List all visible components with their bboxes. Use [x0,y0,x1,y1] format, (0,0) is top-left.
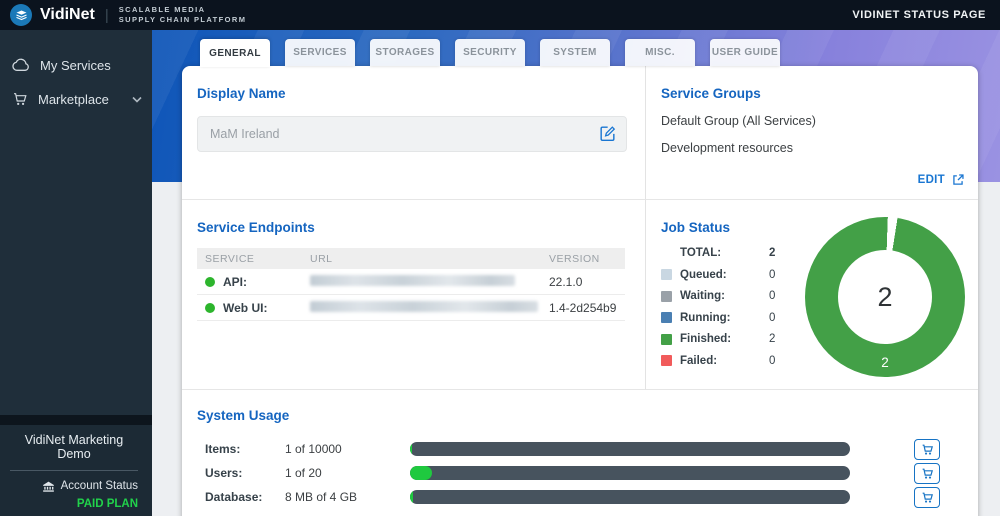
edit-pencil-icon [598,124,617,143]
redacted-url [310,301,538,312]
cart-icon [921,467,934,480]
tab-storages[interactable]: STORAGES [370,39,440,66]
display-name-section: Display Name [182,66,645,200]
service-name: Web UI: [223,301,267,315]
usage-bar [410,442,850,456]
status-dot [205,277,215,287]
usage-row-items: Items: 1 of 10000 [197,437,978,461]
sidebar-item-label: Marketplace [38,92,109,107]
tab-system[interactable]: SYSTEM [540,39,610,66]
edit-service-groups-link[interactable]: EDIT [918,173,965,187]
sidebar-item-label: My Services [40,58,111,73]
brand-tagline: SCALABLE MEDIA SUPPLY CHAIN PLATFORM [119,5,247,25]
redacted-url [310,275,515,286]
vidinet-logo[interactable] [10,4,32,26]
layers-icon [14,8,29,23]
bank-icon [42,480,55,492]
col-url: URL [302,253,541,265]
edit-display-name-button[interactable] [598,124,617,143]
legend-swatch [661,355,672,366]
general-tab-card: Display Name Service Groups Default Grou… [182,66,978,516]
account-status-label: Account Status [61,480,138,492]
usage-bar [410,466,850,480]
sidebar-footer: VidiNet Marketing Demo Account Status PA… [0,415,152,516]
brand-divider: | [105,7,109,24]
service-groups-title: Service Groups [661,86,964,101]
cart-icon [921,491,934,504]
account-name: VidiNet Marketing Demo [10,433,138,470]
usage-row-users: Users: 1 of 20 [197,461,978,485]
sidebar-item-marketplace[interactable]: Marketplace [0,82,152,116]
legend-swatch [661,291,672,302]
service-version: 22.1.0 [541,275,625,289]
buy-more-users-button[interactable] [914,463,940,484]
tab-user-guide[interactable]: USER GUIDE [710,39,780,66]
footer-divider-line [10,470,138,471]
legend-row-finished: Finished: 2 [661,333,783,345]
sidebar-item-my-services[interactable]: My Services [0,48,152,82]
col-service: SERVICE [197,253,302,265]
buy-more-database-button[interactable] [914,487,940,508]
donut-slice-label: 2 [881,355,889,370]
usage-row-database: Database: 8 MB of 4 GB [197,485,978,509]
tab-services[interactable]: SERVICES [285,39,355,66]
table-row: API: 22.1.0 [197,269,625,295]
legend-swatch [661,312,672,323]
system-usage-title: System Usage [197,408,978,423]
service-version: 1.4-2d254b9 [541,301,625,315]
table-row: Web UI: 1.4-2d254b9 [197,295,625,321]
usage-bar-fill [410,466,432,480]
plan-badge: PAID PLAN [10,498,138,510]
edit-label: EDIT [918,174,945,186]
legend-row-failed: Failed: 0 [661,355,783,367]
display-name-input[interactable] [197,116,627,152]
main-area: GENERAL SERVICES STORAGES SECURITY SYSTE… [152,30,1000,516]
cart-icon [12,91,28,107]
legend-swatch [661,269,672,280]
brand-name: VidiNet [40,6,95,24]
service-endpoints-section: Service Endpoints SERVICE URL VERSION AP… [182,200,645,390]
cart-icon [921,443,934,456]
tab-misc[interactable]: MISC. [625,39,695,66]
legend-row-queued: Queued: 0 [661,269,783,281]
tab-security[interactable]: SECURITY [455,39,525,66]
tab-bar: GENERAL SERVICES STORAGES SECURITY SYSTE… [200,39,780,67]
usage-bar-fill [410,442,412,456]
top-bar: VidiNet | SCALABLE MEDIA SUPPLY CHAIN PL… [0,0,1000,30]
service-groups-section: Service Groups Default Group (All Servic… [645,66,978,200]
chevron-down-icon[interactable] [132,96,142,103]
external-link-icon [951,173,965,187]
cloud-icon [12,58,30,72]
sidebar: My Services Marketplace VidiNet Marketin… [0,30,152,516]
donut-center-value: 2 [838,250,932,344]
job-status-donut: 2 2 [805,217,965,377]
system-usage-section: System Usage Items: 1 of 10000 [182,390,978,509]
legend-row-total: TOTAL: 2 [661,247,783,259]
service-endpoints-title: Service Endpoints [197,220,625,235]
vidinet-status-page-link[interactable]: VIDINET STATUS PAGE [852,9,986,21]
service-endpoints-table: SERVICE URL VERSION API: 22.1.0 [197,248,625,321]
tab-general[interactable]: GENERAL [200,39,270,67]
usage-bar-fill [410,490,413,504]
service-name: API: [223,275,247,289]
account-status-link[interactable]: Account Status [10,480,138,492]
col-version: VERSION [541,253,625,265]
status-dot [205,303,215,313]
buy-more-items-button[interactable] [914,439,940,460]
legend-swatch [661,334,672,345]
sidebar-footer-divider [0,415,152,425]
legend-row-waiting: Waiting: 0 [661,290,783,302]
display-name-title: Display Name [197,86,627,101]
table-header: SERVICE URL VERSION [197,248,625,269]
legend-row-running: Running: 0 [661,312,783,324]
service-group-item: Development resources [661,141,964,155]
service-group-item: Default Group (All Services) [661,114,964,128]
job-status-legend: TOTAL: 2 Queued: 0 Waiting: 0 [661,247,783,367]
job-status-section: Job Status TOTAL: 2 Queued: 0 Waiting: [645,200,978,390]
usage-bar [410,490,850,504]
